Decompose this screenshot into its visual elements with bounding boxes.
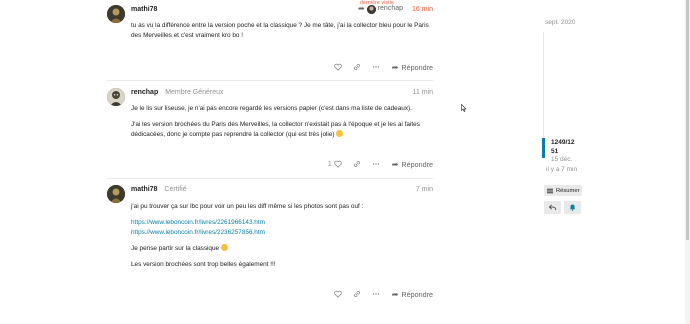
post-paragraph: Je pense partir sur la classique <box>131 244 433 254</box>
timeline-start-date[interactable]: sept. 2020 <box>545 19 575 26</box>
reply-label: Répondre <box>401 289 433 299</box>
post-divider <box>107 80 433 81</box>
smile-emoji-icon <box>336 130 344 137</box>
link-list: https://www.leboncoin.fr/livres/22619661… <box>131 218 433 238</box>
post-body: Je le lis sur liseuse, je n'ai pas encor… <box>131 104 433 146</box>
timeline-last-post-ago[interactable]: il y a 7 min <box>546 166 577 173</box>
post-date[interactable]: 16 min <box>412 5 433 15</box>
more-options-button[interactable] <box>372 160 380 168</box>
post-body: j'ai pu trouver ça sur lbc pour voir un … <box>131 202 433 276</box>
reply-arrow-icon: ➦ <box>391 289 399 299</box>
post-actions: ➦ Répondre <box>323 288 433 300</box>
link-icon <box>353 291 360 297</box>
reply-to-username: renchap <box>377 5 403 12</box>
post-3: mathi78 Certifié 7 min j'ai pu trouver ç… <box>107 185 433 305</box>
reply-arrow-icon: ➦ <box>358 4 365 13</box>
bell-icon <box>569 204 576 211</box>
post-paragraph: j'ai pu trouver ça sur lbc pour voir un … <box>131 203 364 210</box>
reply-arrow-icon: ➦ <box>391 62 399 72</box>
reply-back-icon <box>549 204 556 211</box>
heart-icon <box>333 290 342 298</box>
post-paragraph-text: Je pense partir sur la classique <box>131 245 220 252</box>
reply-arrow-icon: ➦ <box>391 159 399 169</box>
post-header: renchap Membre Généreux 11 min <box>131 88 433 100</box>
like-count: 1 <box>327 160 332 168</box>
like-button[interactable] <box>333 290 342 298</box>
ellipsis-icon <box>372 293 379 295</box>
reply-button[interactable]: ➦ Répondre <box>392 160 433 169</box>
post-header: mathi78 Certifié 7 min <box>131 185 433 197</box>
timeline-track[interactable] <box>543 32 544 148</box>
notifications-button[interactable] <box>564 201 581 214</box>
like-button[interactable]: 1 <box>328 160 342 168</box>
like-button[interactable] <box>333 63 342 71</box>
post-1: mathi78 ➦ renchap 16 min tu as vu la dif… <box>107 4 433 73</box>
post-date[interactable]: 7 min <box>416 185 433 195</box>
timeline-scroller-handle[interactable] <box>542 138 545 158</box>
summary-list-icon <box>547 188 553 193</box>
reply-label: Répondre <box>401 159 433 169</box>
avatar[interactable] <box>107 5 125 23</box>
page-scrollbar[interactable] <box>685 0 690 324</box>
post-actions: 1 ➦ Répondre <box>317 158 433 170</box>
slight-smile-emoji-icon <box>220 244 228 251</box>
timeline-post-count: 1249/12 51 <box>551 138 585 156</box>
scrollbar-thumb[interactable] <box>686 0 689 240</box>
reply-button[interactable]: ➦ Répondre <box>392 290 433 299</box>
post-date[interactable]: 11 min <box>413 88 434 98</box>
ellipsis-icon <box>372 163 379 165</box>
username[interactable]: renchap <box>131 89 158 96</box>
user-title: Certifié <box>164 186 187 193</box>
user-title: Membre Généreux <box>165 89 224 96</box>
reply-button[interactable]: ➦ Répondre <box>392 63 433 72</box>
post-divider <box>107 178 433 179</box>
summarize-button[interactable]: Résumer <box>544 185 582 196</box>
link-icon <box>353 161 360 167</box>
share-link-button[interactable] <box>353 290 361 298</box>
heart-icon <box>333 160 342 168</box>
post-paragraph: Les version brochées sont trop belles ég… <box>131 261 276 268</box>
timeline-current-date: 15 déc. <box>551 156 573 163</box>
more-options-button[interactable] <box>372 63 380 71</box>
reply-to-indicator[interactable]: ➦ renchap <box>358 4 403 14</box>
username[interactable]: mathi78 <box>131 186 157 193</box>
leboncoin-link-1[interactable]: https://www.leboncoin.fr/livres/22619661… <box>131 218 433 228</box>
reply-label: Répondre <box>401 62 433 72</box>
timeline-count-line: 51 <box>551 148 559 155</box>
avatar <box>366 4 376 14</box>
share-link-button[interactable] <box>353 63 361 71</box>
avatar[interactable] <box>107 88 125 106</box>
heart-icon <box>333 63 342 71</box>
post-paragraph: J'ai les version brochées du Paris des M… <box>131 120 433 140</box>
post-actions: ➦ Répondre <box>323 61 433 73</box>
summarize-label: Résumer <box>556 187 580 194</box>
post-body: tu as vu la différence entre la version … <box>131 21 433 47</box>
avatar[interactable] <box>107 185 125 203</box>
post-header: mathi78 ➦ renchap 16 min <box>131 4 433 17</box>
back-button[interactable] <box>544 201 561 214</box>
post-paragraph: Je le lis sur liseuse, je n'ai pas encor… <box>131 105 412 112</box>
post-paragraph-text: J'ai les version brochées du Paris des M… <box>131 121 420 138</box>
link-icon <box>353 64 360 70</box>
leboncoin-link-2[interactable]: https://www.leboncoin.fr/livres/22362578… <box>131 228 433 238</box>
mouse-cursor-icon <box>461 104 467 112</box>
topic-timeline: sept. 2020 1249/12 51 15 déc. il y a 7 mi… <box>537 0 597 324</box>
username[interactable]: mathi78 <box>131 6 157 13</box>
post-paragraph: tu as vu la différence entre la version … <box>131 22 429 39</box>
more-options-button[interactable] <box>372 290 380 298</box>
post-2: renchap Membre Généreux 11 min Je le lis… <box>107 88 433 178</box>
share-link-button[interactable] <box>353 160 361 168</box>
ellipsis-icon <box>372 66 379 68</box>
timeline-count-line: 1249/12 <box>551 139 575 146</box>
